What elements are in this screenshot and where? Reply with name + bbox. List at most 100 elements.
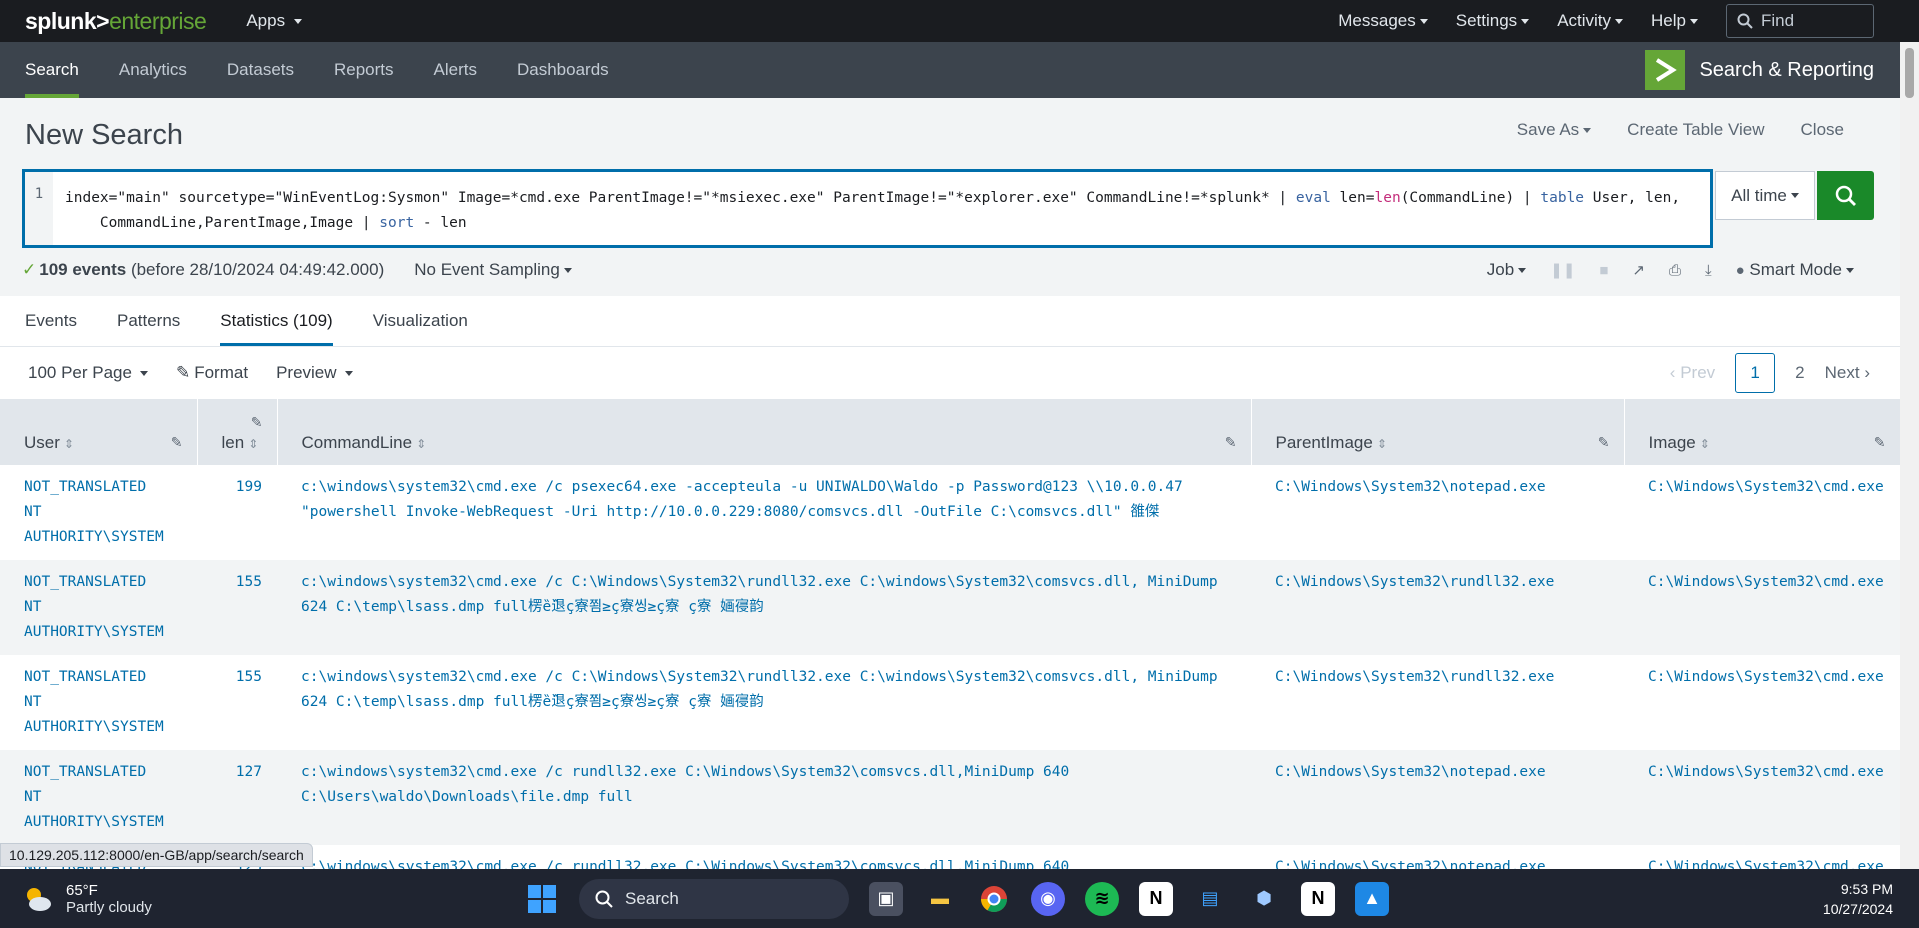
splunk-logo[interactable]: splunk>enterprise <box>25 8 207 35</box>
prev-page-button[interactable]: ‹ Prev <box>1670 363 1715 383</box>
cell-image[interactable]: C:\Windows\System32\cmd.exe <box>1624 655 1900 750</box>
tab-statistics[interactable]: Statistics (109) <box>200 296 352 346</box>
network-app-icon[interactable]: ▤ <box>1193 882 1227 916</box>
system-clock[interactable]: 9:53 PM 10/27/2024 <box>1823 879 1893 919</box>
cell-user[interactable]: NOT_TRANSLATED NT AUTHORITY\SYSTEM <box>0 465 197 560</box>
table-row: NOT_TRANSLATED NT AUTHORITY\SYSTEM 199 c… <box>0 465 1900 560</box>
sort-icon[interactable]: ⇕ <box>248 437 258 451</box>
tab-visualization[interactable]: Visualization <box>353 296 488 346</box>
cell-image[interactable]: C:\Windows\System32\cmd.exe <box>1624 845 1900 869</box>
pause-icon[interactable]: ❚❚ <box>1550 261 1575 279</box>
scrollbar-thumb[interactable] <box>1905 48 1914 98</box>
virtualbox-icon[interactable]: ⬢ <box>1247 882 1281 916</box>
create-table-view-button[interactable]: Create Table View <box>1627 120 1764 140</box>
task-view-icon[interactable]: ▣ <box>869 881 903 916</box>
cell-image[interactable]: C:\Windows\System32\cmd.exe <box>1624 465 1900 560</box>
time-range-picker[interactable]: All time <box>1715 171 1815 220</box>
pencil-icon[interactable]: ✎ <box>251 414 263 431</box>
page-scrollbar[interactable] <box>1900 42 1919 869</box>
cell-parentimage[interactable]: C:\Windows\System32\notepad.exe <box>1251 845 1624 869</box>
event-sampling-dropdown[interactable]: No Event Sampling <box>414 260 572 280</box>
chevron-down-icon <box>1690 19 1698 25</box>
sort-icon[interactable]: ⇕ <box>416 437 426 451</box>
photos-icon[interactable]: ▲ <box>1355 881 1389 916</box>
find-input[interactable]: Find <box>1726 4 1874 38</box>
cell-image[interactable]: C:\Windows\System32\cmd.exe <box>1624 750 1900 845</box>
windows-start-icon[interactable] <box>525 882 559 916</box>
column-header-user[interactable]: User ⇕ ✎ <box>0 399 198 465</box>
cell-commandline[interactable]: c:\windows\system32\cmd.exe /c C:\Window… <box>277 655 1251 750</box>
tab-analytics[interactable]: Analytics <box>99 42 207 98</box>
page-1-button[interactable]: 1 <box>1735 353 1776 393</box>
next-page-button[interactable]: Next › <box>1825 363 1870 383</box>
column-header-len[interactable]: len ⇕ ✎ <box>197 399 278 465</box>
column-header-commandline[interactable]: CommandLine ⇕ ✎ <box>277 399 1252 465</box>
tab-alerts[interactable]: Alerts <box>414 42 497 98</box>
pencil-icon[interactable]: ✎ <box>171 434 183 451</box>
tab-datasets[interactable]: Datasets <box>207 42 314 98</box>
preview-dropdown[interactable]: Preview <box>276 363 353 383</box>
pencil-icon[interactable]: ✎ <box>1874 434 1886 451</box>
cell-image[interactable]: C:\Windows\System32\cmd.exe <box>1624 560 1900 655</box>
cell-user[interactable]: NOT_TRANSLATED NT AUTHORITY\SYSTEM <box>0 655 197 750</box>
settings-menu[interactable]: Settings <box>1456 11 1530 31</box>
search-query-text[interactable]: index="main" sourcetype="WinEventLog:Sys… <box>53 172 1692 245</box>
apps-menu[interactable]: Apps <box>246 11 303 31</box>
run-search-button[interactable] <box>1817 171 1874 220</box>
column-header-image[interactable]: Image ⇕ ✎ <box>1624 399 1900 465</box>
cell-len[interactable]: 155 <box>197 655 277 750</box>
pencil-icon[interactable]: ✎ <box>1598 434 1610 451</box>
discord-icon[interactable]: ◉ <box>1031 881 1065 916</box>
cell-parentimage[interactable]: C:\Windows\System32\rundll32.exe <box>1251 560 1624 655</box>
search-mode-dropdown[interactable]: ● Smart Mode <box>1736 260 1854 280</box>
pencil-icon[interactable]: ✎ <box>1225 434 1237 451</box>
job-menu[interactable]: Job <box>1487 260 1527 280</box>
cell-parentimage[interactable]: C:\Windows\System32\rundll32.exe <box>1251 655 1624 750</box>
per-page-dropdown[interactable]: 100 Per Page <box>28 363 148 383</box>
save-as-button[interactable]: Save As <box>1517 120 1592 140</box>
sort-icon[interactable]: ⇕ <box>1700 437 1710 451</box>
tab-reports[interactable]: Reports <box>314 42 414 98</box>
tab-patterns[interactable]: Patterns <box>97 296 200 346</box>
cell-len[interactable]: 155 <box>197 560 277 655</box>
page-2-button[interactable]: 2 <box>1795 363 1804 383</box>
print-icon[interactable]: ⎙ <box>1669 262 1681 279</box>
close-button[interactable]: Close <box>1801 120 1844 140</box>
activity-menu[interactable]: Activity <box>1557 11 1624 31</box>
app-title[interactable]: Search & Reporting <box>1645 42 1900 98</box>
notion-icon[interactable]: N <box>1139 881 1173 916</box>
sort-icon[interactable]: ⇕ <box>1377 437 1387 451</box>
column-header-parentimage[interactable]: ParentImage ⇕ ✎ <box>1251 399 1625 465</box>
cell-parentimage[interactable]: C:\Windows\System32\notepad.exe <box>1251 465 1624 560</box>
weather-widget[interactable]: 65°F Partly cloudy <box>22 882 152 916</box>
chevron-down-icon <box>563 268 572 274</box>
top-navigation-bar: splunk>enterprise Apps Messages Settings… <box>0 0 1919 42</box>
cell-user[interactable]: NOT_TRANSLATED NT AUTHORITY\SYSTEM <box>0 560 197 655</box>
help-menu[interactable]: Help <box>1651 11 1698 31</box>
format-button[interactable]: ✎ Format <box>176 363 248 383</box>
cell-parentimage[interactable]: C:\Windows\System32\notepad.exe <box>1251 750 1624 845</box>
cell-user[interactable]: NOT_TRANSLATED NT AUTHORITY\SYSTEM <box>0 750 197 845</box>
spotify-icon[interactable]: ≋ <box>1085 881 1119 916</box>
stop-icon[interactable]: ■ <box>1599 262 1608 279</box>
cell-commandline[interactable]: c:\windows\system32\cmd.exe /c rundll32.… <box>277 845 1251 869</box>
cell-commandline[interactable]: c:\windows\system32\cmd.exe /c psexec64.… <box>277 465 1251 560</box>
cell-len[interactable]: 127 <box>197 750 277 845</box>
share-icon[interactable]: ↗ <box>1632 261 1645 279</box>
sort-icon[interactable]: ⇕ <box>64 437 74 451</box>
tab-search[interactable]: Search <box>0 42 99 98</box>
taskbar-search[interactable]: Search <box>579 878 849 919</box>
tab-events[interactable]: Events <box>0 296 97 346</box>
cell-len[interactable]: 199 <box>197 465 277 560</box>
messages-menu[interactable]: Messages <box>1338 11 1428 31</box>
export-icon[interactable]: ⤓ <box>1705 262 1712 279</box>
cell-commandline[interactable]: c:\windows\system32\cmd.exe /c C:\Window… <box>277 560 1251 655</box>
tab-dashboards[interactable]: Dashboards <box>497 42 629 98</box>
chrome-icon[interactable] <box>977 882 1011 916</box>
pagination: ‹ Prev 1 2 Next › <box>1670 353 1870 393</box>
cell-commandline[interactable]: c:\windows\system32\cmd.exe /c rundll32.… <box>277 750 1251 845</box>
file-explorer-icon[interactable]: ▬ <box>923 882 957 916</box>
search-icon <box>1835 185 1856 206</box>
notion-icon[interactable]: N <box>1301 881 1335 916</box>
search-query-editor[interactable]: 1 index="main" sourcetype="WinEventLog:S… <box>22 169 1713 248</box>
